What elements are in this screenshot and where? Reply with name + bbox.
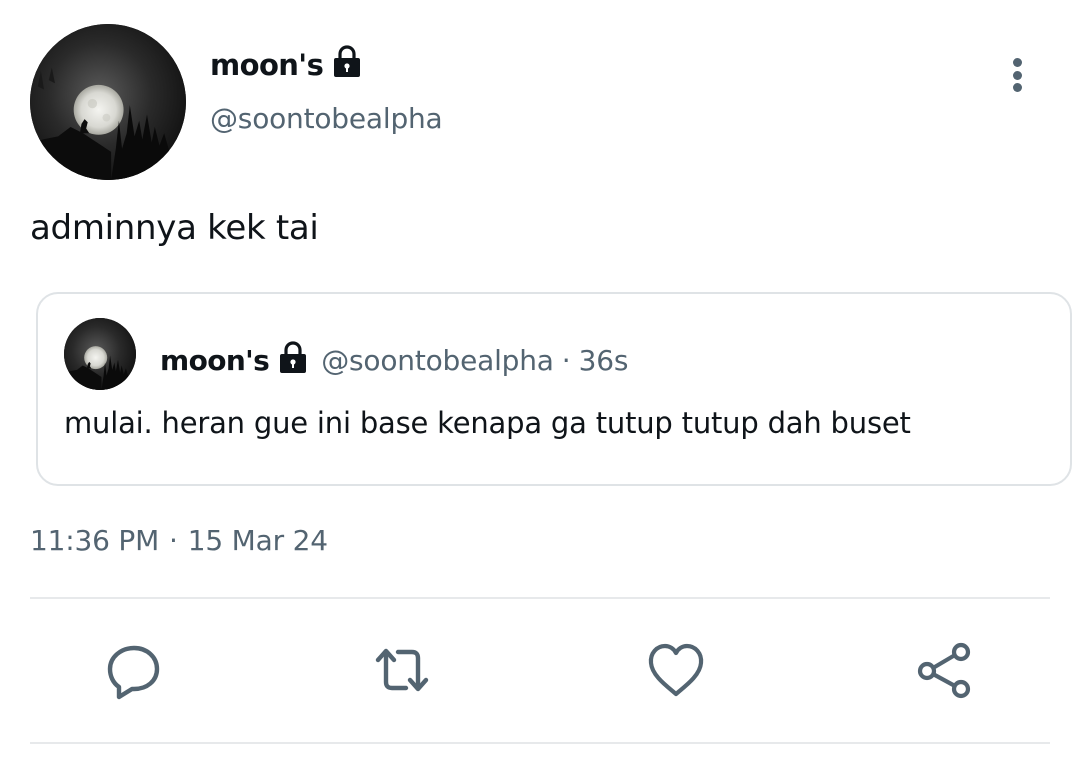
lock-icon	[277, 340, 309, 381]
reply-button[interactable]	[104, 640, 164, 700]
quoted-tweet-card[interactable]: moon's @soontobealpha · 36s mulai. heran…	[36, 292, 1072, 486]
quoted-tweet-header: moon's @soontobealpha · 36s	[160, 340, 628, 381]
quoted-author-avatar	[64, 318, 136, 390]
author-display-name[interactable]: moon's	[210, 44, 363, 85]
tweet-text: adminnya kek tai	[30, 208, 319, 248]
reply-icon	[107, 645, 160, 700]
quoted-tweet-text: mulai. heran gue ini base kenapa ga tutu…	[64, 406, 911, 440]
lock-icon	[331, 44, 363, 85]
dot	[1012, 70, 1022, 80]
share-button[interactable]	[914, 640, 974, 700]
dot	[1012, 83, 1022, 92]
quoted-author-name: moon's	[160, 344, 270, 377]
divider	[30, 597, 1050, 599]
dot	[1012, 58, 1022, 67]
separator-dot: ·	[561, 344, 571, 377]
separator-dot: ·	[169, 524, 178, 557]
retweet-button[interactable]	[372, 640, 432, 700]
heart-icon	[648, 643, 704, 697]
moon-wolf-avatar-image	[64, 318, 136, 390]
quoted-author-handle: @soontobealpha	[321, 344, 554, 377]
share-icon	[917, 642, 971, 699]
moon-wolf-avatar-image	[30, 24, 186, 180]
author-avatar[interactable]	[30, 24, 186, 180]
timestamp-date: 15 Mar 24	[187, 524, 328, 557]
like-button[interactable]	[646, 640, 706, 700]
retweet-icon	[375, 648, 429, 692]
timestamp-time: 11:36 PM	[30, 524, 160, 557]
tweet-timestamp[interactable]: 11:36 PM · 15 Mar 24	[30, 524, 328, 557]
divider	[30, 742, 1050, 744]
more-options-icon[interactable]	[1000, 54, 1034, 96]
author-name-text: moon's	[210, 47, 324, 82]
quoted-tweet-time: 36s	[578, 344, 629, 377]
author-handle[interactable]: @soontobealpha	[210, 102, 443, 135]
